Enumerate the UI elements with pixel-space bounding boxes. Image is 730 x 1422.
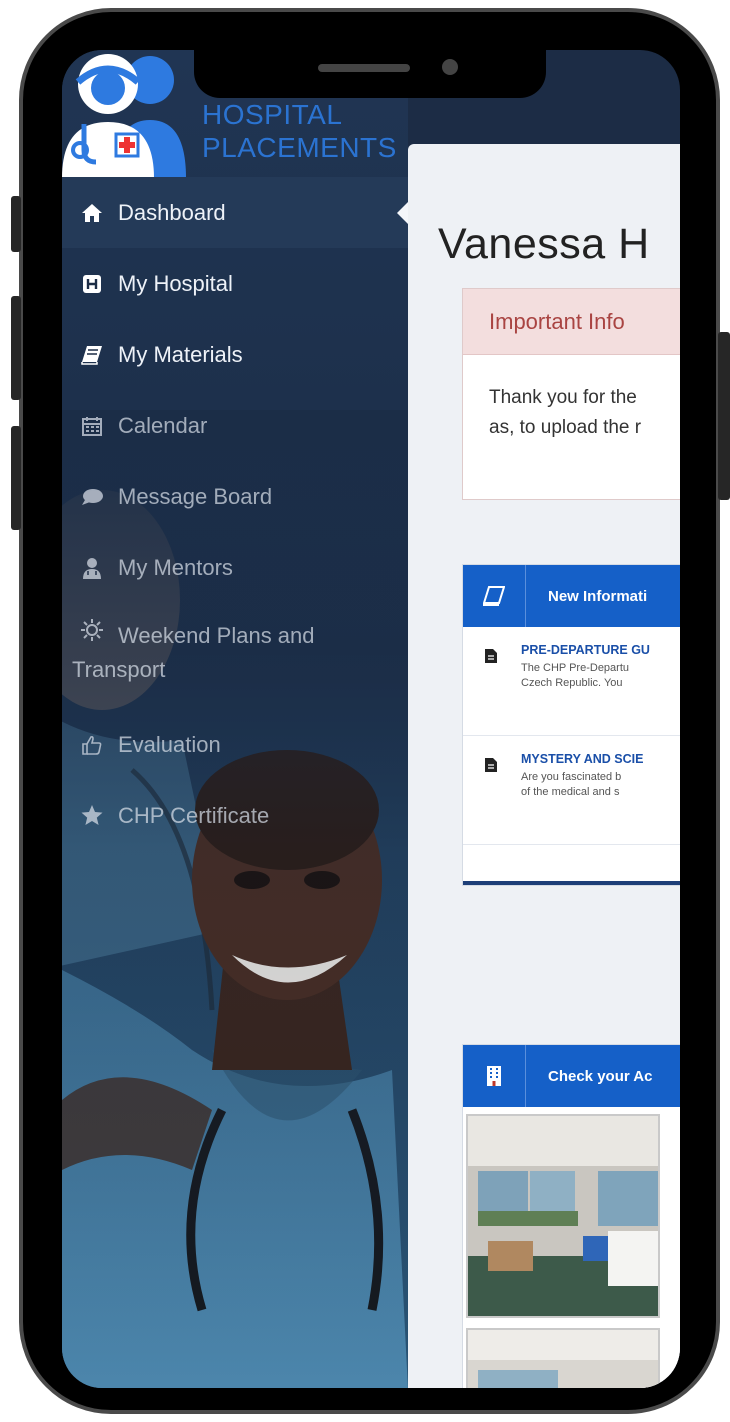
sidebar-item-label: CHP Certificate bbox=[118, 802, 270, 828]
document-icon bbox=[485, 649, 497, 668]
summary-line: of the medical and s bbox=[521, 786, 620, 798]
thumbs-up-icon bbox=[62, 735, 118, 755]
sidebar-item-label: Message Board bbox=[118, 483, 273, 509]
news-item-title[interactable]: MYSTERY AND SCIE bbox=[521, 752, 643, 766]
important-info-line: Thank you for the bbox=[489, 387, 637, 408]
phone-mute-switch bbox=[11, 196, 21, 252]
sidebar-item-label: My Hospital bbox=[118, 270, 233, 296]
card-title: New Informati bbox=[548, 587, 648, 605]
sidebar-item-chp-certificate[interactable]: CHP Certificate bbox=[62, 780, 408, 851]
card-title: Check your Ac bbox=[548, 1067, 653, 1085]
speaker-grille bbox=[318, 64, 410, 72]
active-indicator bbox=[397, 201, 408, 225]
sidebar-item-message-board[interactable]: Message Board bbox=[62, 461, 408, 532]
phone-screen: HOSPITAL PLACEMENTS Dashboard My Hospita… bbox=[62, 50, 680, 1388]
sidebar-item-evaluation[interactable]: Evaluation bbox=[62, 709, 408, 780]
phone-notch bbox=[194, 46, 546, 98]
sidebar-item-label: My Materials bbox=[118, 341, 243, 367]
page-title: Vanessa H bbox=[438, 220, 650, 268]
news-item-title[interactable]: PRE-DEPARTURE GU bbox=[521, 643, 650, 657]
building-icon bbox=[463, 1045, 526, 1107]
sidebar-item-my-mentors[interactable]: My Mentors bbox=[62, 532, 408, 603]
accommodation-photo[interactable] bbox=[466, 1328, 660, 1388]
phone-volume-down-button bbox=[11, 426, 21, 530]
accommodation-photo[interactable] bbox=[466, 1114, 660, 1318]
summary-line: The CHP Pre-Departu bbox=[521, 662, 630, 674]
important-info-body: Thank you for the as, to upload the r bbox=[463, 355, 680, 443]
sidebar-item-my-hospital[interactable]: My Hospital bbox=[62, 248, 408, 319]
important-info-line: as, to upload the r bbox=[489, 417, 642, 438]
new-information-card: New Informati PRE-DEPARTURE GU The CHP P… bbox=[462, 564, 680, 886]
sidebar-item-calendar[interactable]: Calendar bbox=[62, 390, 408, 461]
book-icon bbox=[62, 345, 118, 365]
logo-line-2: PLACEMENTS bbox=[202, 132, 397, 163]
document-icon bbox=[485, 758, 497, 777]
summary-line: Are you fascinated b bbox=[521, 771, 622, 783]
sidebar-item-label: My Mentors bbox=[118, 554, 233, 580]
news-item-summary: Are you fascinated b of the medical and … bbox=[521, 770, 621, 800]
card-footer bbox=[463, 845, 680, 885]
logo-line-1: HOSPITAL bbox=[202, 99, 343, 130]
logo-text: HOSPITAL PLACEMENTS bbox=[202, 98, 397, 164]
card-header: Check your Ac bbox=[463, 1045, 680, 1107]
book-icon bbox=[463, 565, 526, 627]
hospital-h-icon bbox=[62, 274, 118, 294]
important-info-heading: Important Info bbox=[463, 289, 680, 355]
important-info-panel: Important Info Thank you for the as, to … bbox=[462, 288, 680, 500]
sidebar-nav: Dashboard My Hospital My Materials Calen… bbox=[62, 177, 408, 851]
sidebar-item-my-materials[interactable]: My Materials bbox=[62, 319, 408, 390]
phone-power-button bbox=[718, 332, 730, 500]
news-item[interactable]: PRE-DEPARTURE GU The CHP Pre-Departu Cze… bbox=[463, 627, 680, 736]
sidebar-item-label: Evaluation bbox=[118, 731, 221, 757]
news-item[interactable]: MYSTERY AND SCIE Are you fascinated b of… bbox=[463, 736, 680, 845]
main-content: Vanessa H Important Info Thank you for t… bbox=[408, 144, 680, 1388]
calendar-icon bbox=[62, 416, 118, 436]
summary-line: Czech Republic. You bbox=[521, 677, 623, 689]
doctor-logo-icon bbox=[62, 54, 186, 178]
home-icon bbox=[62, 203, 118, 223]
news-item-summary: The CHP Pre-Departu Czech Republic. You bbox=[521, 661, 629, 691]
sidebar-item-label: Weekend Plans and Transport bbox=[72, 623, 315, 682]
card-header: New Informati bbox=[463, 565, 680, 627]
front-camera bbox=[442, 59, 458, 75]
sidebar: HOSPITAL PLACEMENTS Dashboard My Hospita… bbox=[62, 50, 408, 1388]
speech-bubble-icon bbox=[62, 488, 118, 506]
star-icon bbox=[62, 805, 118, 826]
sidebar-item-label: Calendar bbox=[118, 412, 208, 438]
sidebar-item-dashboard[interactable]: Dashboard bbox=[62, 177, 408, 248]
phone-volume-up-button bbox=[11, 296, 21, 400]
sidebar-item-weekend-plans[interactable]: Weekend Plans and Transport bbox=[62, 603, 408, 709]
user-md-icon bbox=[62, 557, 118, 579]
sidebar-item-label: Dashboard bbox=[118, 199, 226, 225]
